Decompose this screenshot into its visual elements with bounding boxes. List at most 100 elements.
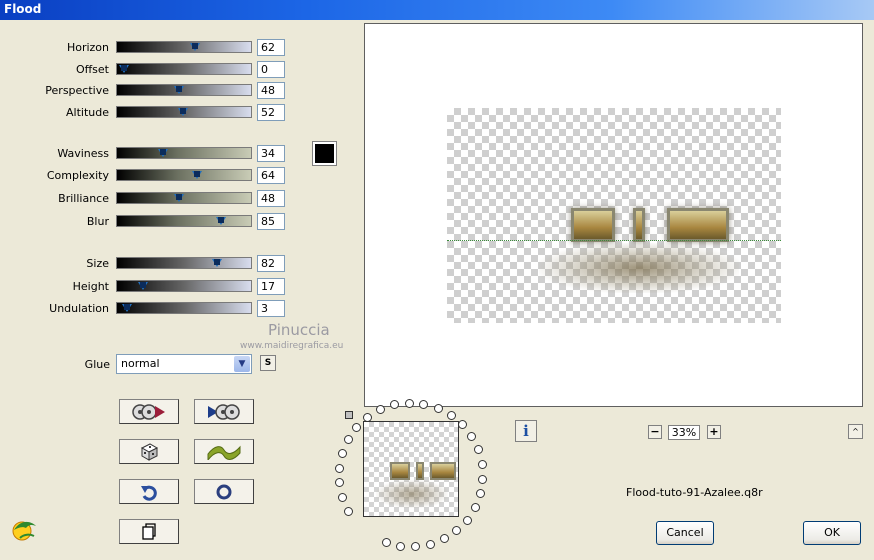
horizon-label: Horizon xyxy=(66,41,109,54)
brilliance-slider[interactable] xyxy=(116,192,252,204)
blur-slider-thumb[interactable] xyxy=(215,217,226,225)
cancel-button[interactable]: Cancel xyxy=(656,521,714,545)
forward-button[interactable] xyxy=(194,399,254,424)
ring-dot xyxy=(462,515,472,525)
randomize-button[interactable] xyxy=(119,439,179,464)
watermark-url: www.maidiregrafica.eu xyxy=(240,341,344,351)
undulation-label: Undulation xyxy=(49,302,109,315)
ring-dot xyxy=(338,492,348,502)
offset-slider[interactable] xyxy=(116,63,252,75)
blur-slider[interactable] xyxy=(116,215,252,227)
thumb-frame xyxy=(416,462,424,480)
ring-dot xyxy=(344,506,354,516)
ring-dot xyxy=(458,420,468,430)
glue-lock-button[interactable]: S xyxy=(260,355,276,371)
altitude-slider-thumb[interactable] xyxy=(178,108,189,116)
zoom-in-button[interactable]: + xyxy=(707,425,721,439)
scroll-up-button[interactable]: ^ xyxy=(848,424,863,439)
height-label: Height xyxy=(72,280,109,293)
blur-value-field[interactable]: 85 xyxy=(257,213,285,230)
wave-button[interactable] xyxy=(194,439,254,464)
complexity-slider[interactable] xyxy=(116,169,252,181)
ring-dot xyxy=(343,435,353,445)
height-value-field[interactable]: 17 xyxy=(257,278,285,295)
perspective-slider-thumb[interactable] xyxy=(173,86,184,94)
film-reel-forward-icon xyxy=(132,403,165,420)
undo-button[interactable] xyxy=(119,479,179,504)
brilliance-label: Brilliance xyxy=(58,192,109,205)
ring-dot xyxy=(446,410,456,420)
waviness-value-field[interactable]: 34 xyxy=(257,145,285,162)
undulation-value-field[interactable]: 3 xyxy=(257,300,285,317)
navigator-thumbnail[interactable] xyxy=(363,421,459,517)
complexity-slider-thumb[interactable] xyxy=(191,171,202,179)
zoom-out-button[interactable]: − xyxy=(648,425,662,439)
height-slider-thumb[interactable] xyxy=(138,282,149,290)
offset-value-field[interactable]: 0 xyxy=(257,61,285,78)
ring-dot xyxy=(334,478,344,488)
water-reflection xyxy=(539,243,739,293)
altitude-slider[interactable] xyxy=(116,106,252,118)
undulation-slider-thumb[interactable] xyxy=(122,304,133,312)
size-slider-thumb[interactable] xyxy=(212,259,223,267)
ring-dot xyxy=(477,459,487,469)
picture-frame xyxy=(571,208,615,242)
size-value-field[interactable]: 82 xyxy=(257,255,285,272)
glue-select-value: normal xyxy=(121,357,160,370)
ring-dot xyxy=(396,541,406,551)
info-button[interactable]: i xyxy=(515,420,537,442)
ring-icon xyxy=(216,484,232,499)
picture-frame xyxy=(633,208,645,242)
forward-film-reel-icon xyxy=(208,403,240,420)
preview-image xyxy=(447,108,781,323)
preview-canvas[interactable] xyxy=(364,23,863,407)
title-bar: Flood xyxy=(0,0,874,20)
altitude-label: Altitude xyxy=(66,106,109,119)
copy-button[interactable] xyxy=(119,519,179,544)
ring-dot xyxy=(433,403,443,413)
waviness-slider-thumb[interactable] xyxy=(157,149,168,157)
size-label: Size xyxy=(86,257,109,270)
thumb-reflection xyxy=(376,480,448,508)
ring-dot xyxy=(473,445,483,455)
thumb-frame xyxy=(430,462,456,480)
zoom-level: 33% xyxy=(668,425,700,440)
window-title: Flood xyxy=(4,2,42,16)
glue-label: Glue xyxy=(84,358,110,371)
brilliance-value-field[interactable]: 48 xyxy=(257,190,285,207)
altitude-value-field[interactable]: 52 xyxy=(257,104,285,121)
size-slider[interactable] xyxy=(116,257,252,269)
height-slider[interactable] xyxy=(116,280,252,292)
ring-dot xyxy=(404,398,414,408)
ring-button[interactable] xyxy=(194,479,254,504)
perspective-label: Perspective xyxy=(45,84,109,97)
horizon-slider[interactable] xyxy=(116,41,252,53)
waviness-label: Waviness xyxy=(57,147,109,160)
ring-dot xyxy=(478,474,488,484)
wave-icon xyxy=(207,445,241,460)
waviness-slider[interactable] xyxy=(116,147,252,159)
color-swatch[interactable] xyxy=(312,141,337,166)
horizon-line[interactable] xyxy=(447,240,781,241)
complexity-value-field[interactable]: 64 xyxy=(257,167,285,184)
ring-dot xyxy=(381,538,391,548)
horizon-slider-thumb[interactable] xyxy=(189,43,200,51)
ring-dot xyxy=(337,448,347,458)
ok-button[interactable]: OK xyxy=(803,521,861,545)
ring-dot xyxy=(425,539,435,549)
offset-slider-thumb[interactable] xyxy=(119,65,129,73)
brilliance-slider-thumb[interactable] xyxy=(173,194,184,202)
picture-frame xyxy=(667,208,729,242)
app-logo-icon xyxy=(10,516,38,542)
ring-handle[interactable] xyxy=(345,411,353,419)
offset-label: Offset xyxy=(75,63,109,76)
chevron-down-icon[interactable]: ▼ xyxy=(234,356,250,372)
horizon-value-field[interactable]: 62 xyxy=(257,39,285,56)
glue-select[interactable]: normal ▼ xyxy=(116,354,252,374)
perspective-value-field[interactable]: 48 xyxy=(257,82,285,99)
apply-button[interactable] xyxy=(119,399,179,424)
ring-dot xyxy=(334,463,344,473)
perspective-slider[interactable] xyxy=(116,84,252,96)
ring-dot xyxy=(452,526,462,536)
undulation-slider[interactable] xyxy=(116,302,252,314)
